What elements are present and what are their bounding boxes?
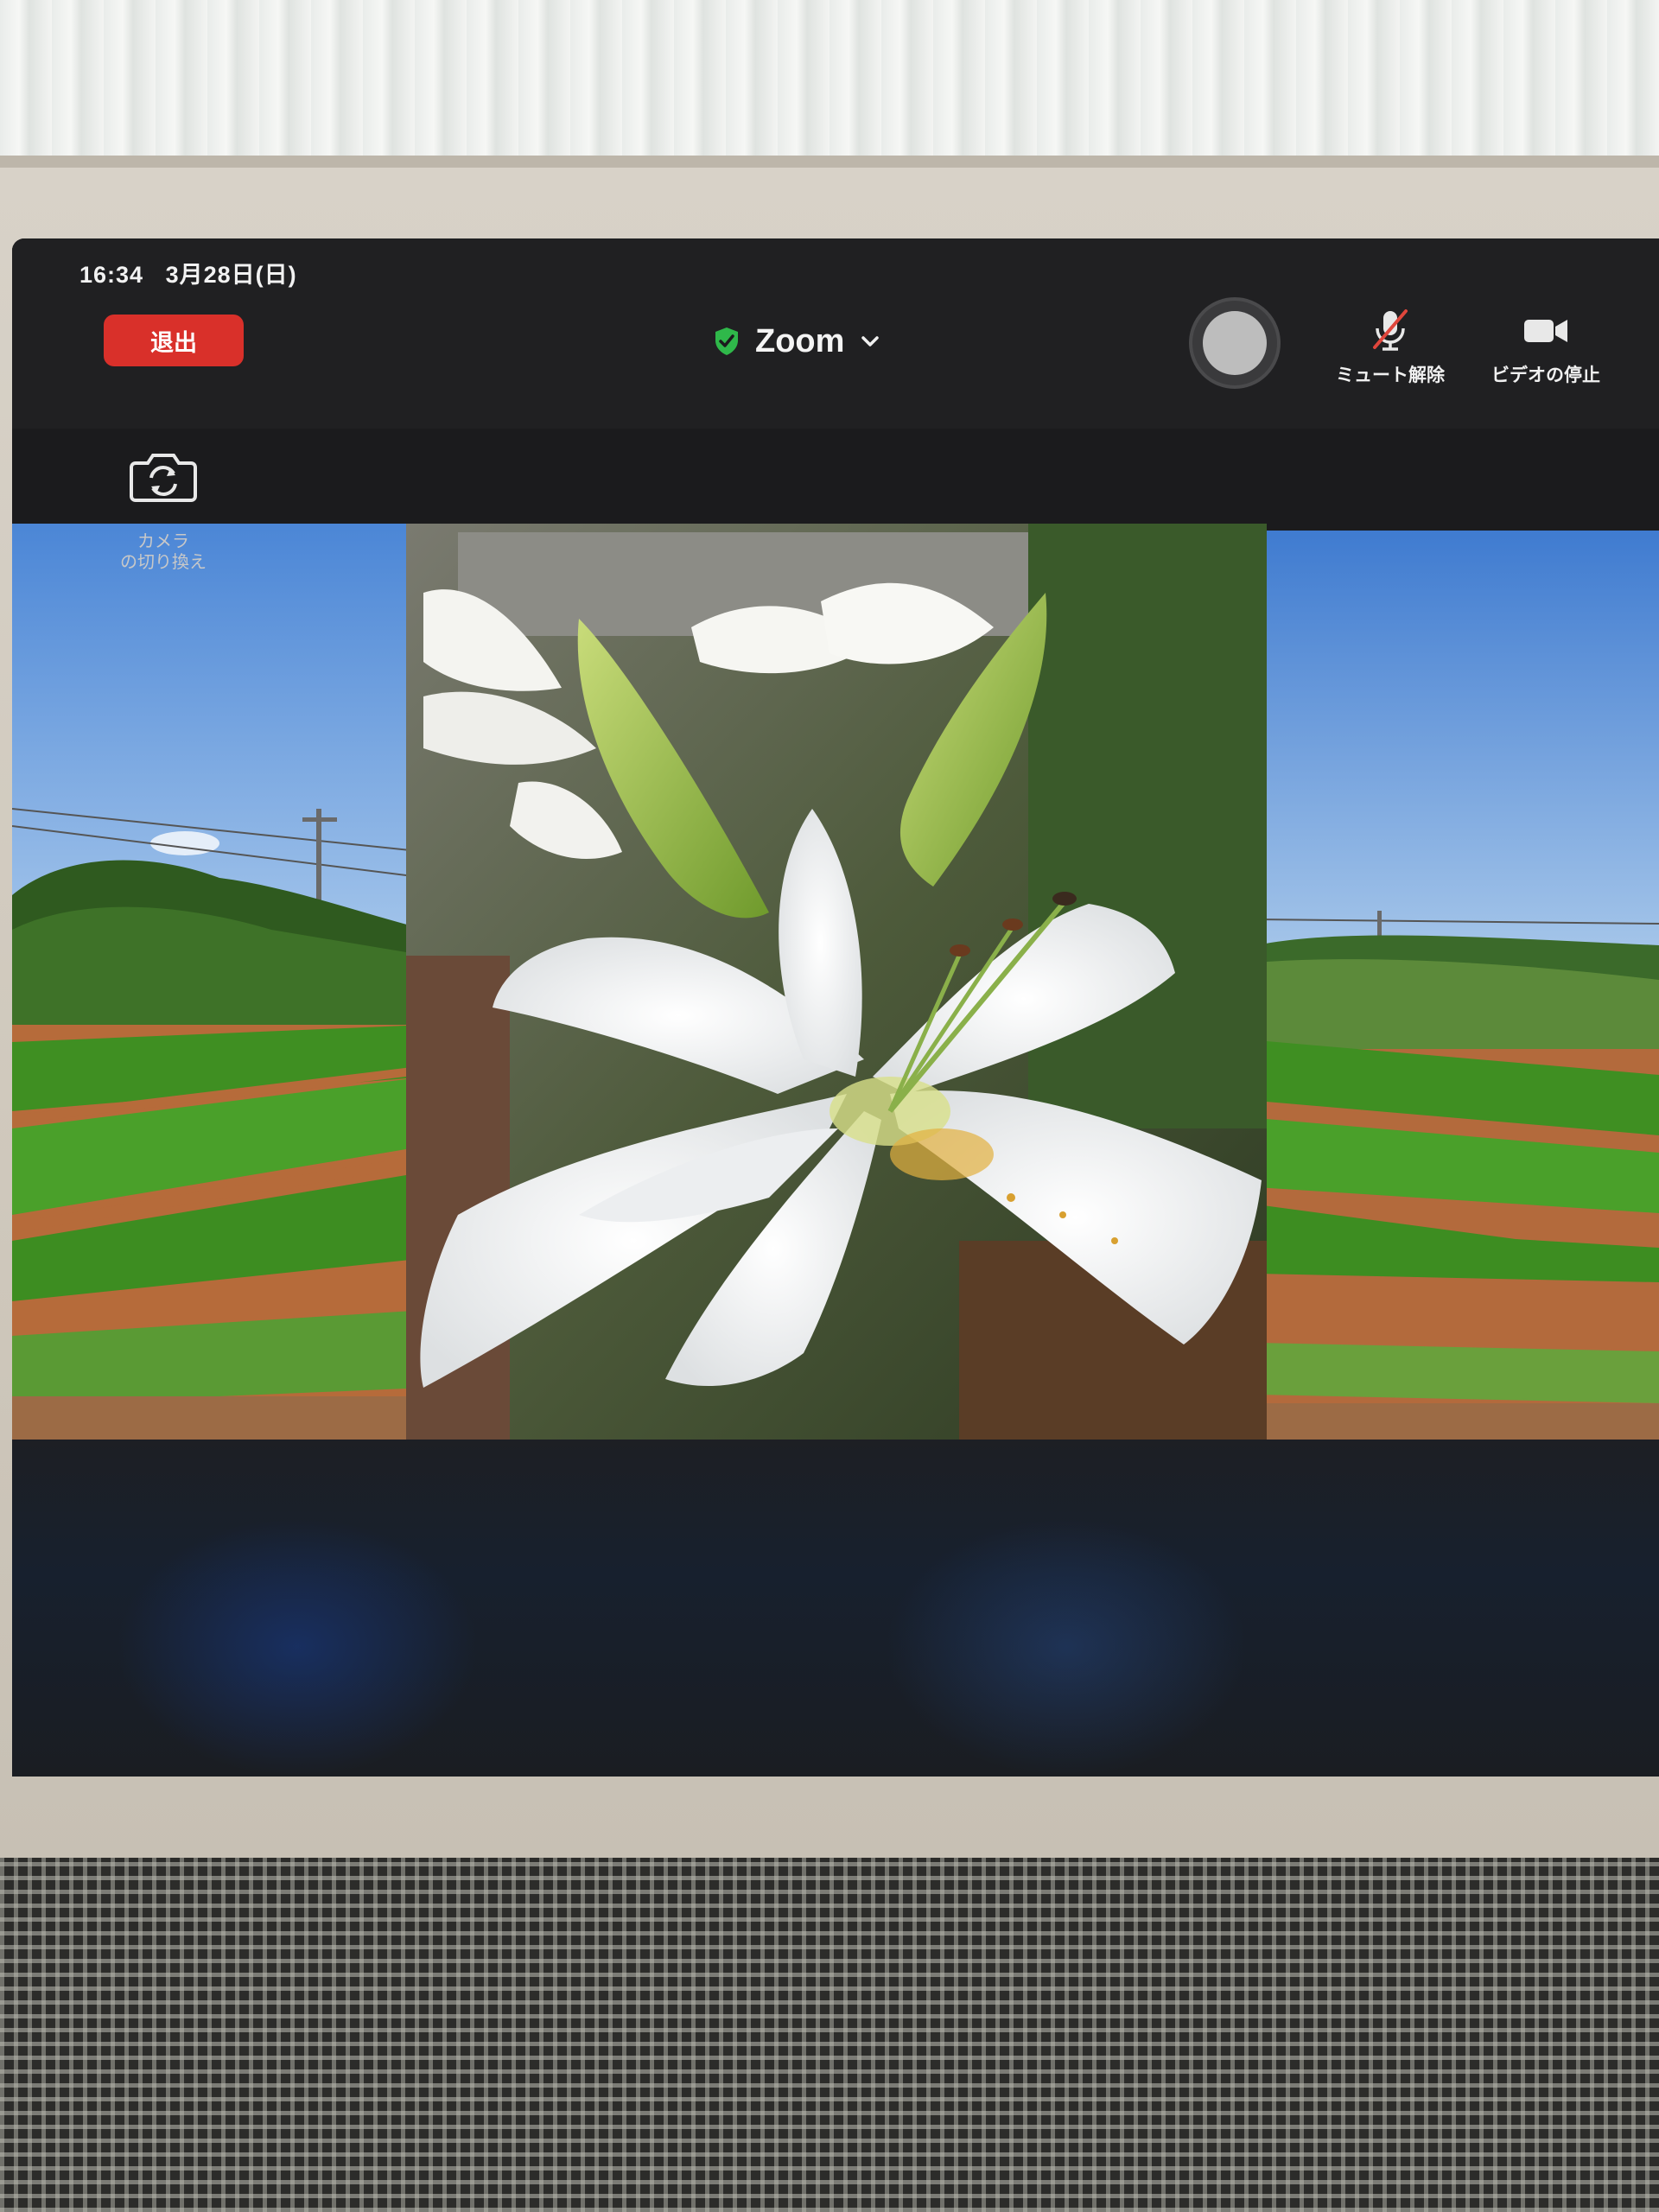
record-button[interactable]: [1189, 297, 1281, 389]
stop-video-label: ビデオの停止: [1491, 365, 1600, 385]
camera-switch-button[interactable]: カメラ の切り換え: [73, 427, 254, 572]
camera-switch-icon: [130, 454, 197, 502]
shield-check-icon: [715, 327, 738, 355]
tablet-edge: [0, 156, 1659, 168]
field-scene-right: [1256, 531, 1659, 1440]
camera-switch-label-line1: カメラ: [137, 531, 189, 551]
meeting-toolbar: 16:34 3月28日(日) 退出 Zoom ミュート解除 ビデオの停止: [12, 238, 1659, 429]
chevron-down-icon: [861, 336, 880, 346]
unmute-button[interactable]: ミュート解除: [1317, 308, 1464, 387]
status-time: 16:34: [79, 262, 144, 288]
video-camera-icon: [1524, 320, 1567, 342]
unmute-label: ミュート解除: [1336, 365, 1445, 385]
status-date: 3月28日(日): [165, 262, 297, 288]
mic-muted-icon: [1373, 309, 1408, 351]
background-wall: [0, 0, 1659, 173]
field-scene-left: [12, 524, 427, 1440]
leave-button[interactable]: 退出: [104, 315, 244, 366]
stop-video-button[interactable]: ビデオの停止: [1472, 308, 1619, 387]
status-bar-time: 16:34 3月28日(日): [79, 256, 297, 289]
table-mesh-surface: [0, 1858, 1659, 2212]
camera-switch-label: カメラ の切り換え: [120, 531, 207, 572]
tablet-screen: 16:34 3月28日(日) 退出 Zoom ミュート解除 ビデオの停止 カメラ…: [12, 238, 1659, 1777]
camera-switch-label-line2: の切り換え: [120, 551, 207, 572]
screen-reflection: [885, 1517, 1248, 1777]
record-button-inner: [1203, 311, 1267, 375]
screen-reflection: [116, 1517, 479, 1777]
meeting-info-dropdown[interactable]: Zoom: [714, 311, 880, 372]
meeting-name: Zoom: [755, 322, 845, 359]
shared-lily-image: [406, 524, 1267, 1440]
shared-video-area: [12, 524, 1659, 1440]
